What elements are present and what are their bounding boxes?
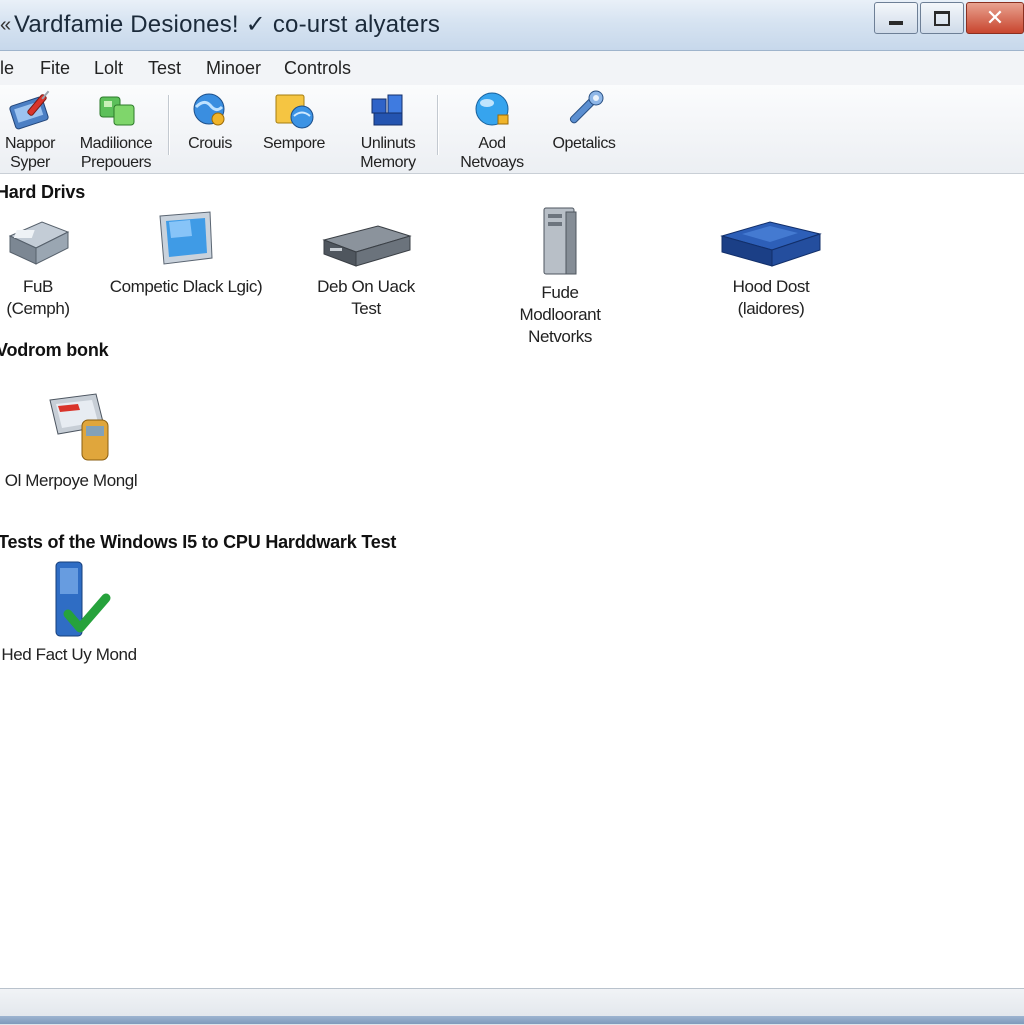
menu-item-lolt[interactable]: Lolt — [94, 58, 123, 79]
close-icon: ✕ — [985, 5, 1005, 30]
toolbar: Nappor Syper Madilionce Prepouers Crouis… — [0, 85, 1024, 174]
toolbar-label: Madilionce — [79, 135, 153, 152]
window-title: Vardfamie Desiones! ✓ co-urst alyaters — [14, 11, 441, 38]
item-label: Hed Fact Uy Mond — [1, 645, 137, 664]
item-fub[interactable]: FuB (Cemph) — [0, 210, 82, 318]
window-controls: ✕ — [872, 0, 1024, 34]
server-check-icon — [55, 561, 111, 637]
item-label: (laidores) — [737, 299, 805, 318]
menu-item-file[interactable]: le — [0, 58, 14, 79]
toolbar-button-opetalics[interactable]: Opetalics — [536, 89, 632, 171]
menu-item-controls[interactable]: Controls — [284, 58, 351, 79]
screwdriver-card-icon — [9, 90, 50, 130]
item-label: Hood Dost — [732, 277, 810, 296]
app-icon: « — [0, 14, 12, 36]
toolbar-label: Opetalics — [552, 135, 616, 152]
toolbar-label: Memory — [360, 154, 416, 171]
item-ol-merpoye[interactable]: Ol Merpoye Mongl — [0, 392, 146, 490]
blue-cubes-icon — [371, 94, 403, 126]
close-button[interactable]: ✕ — [966, 2, 1024, 34]
item-label: Competic Dlack Lgic) — [109, 277, 263, 296]
toolbar-button-unlinuts-memory[interactable]: Unlinuts Memory — [340, 89, 436, 171]
menu-item-minoer[interactable]: Minoer — [206, 58, 261, 79]
item-fude-modloorant[interactable]: Fude Modloorant Netvorks — [500, 204, 620, 346]
toolbar-separator — [437, 95, 439, 155]
server-tower-icon — [543, 207, 577, 275]
item-label: Modloorant — [519, 305, 601, 324]
item-label: (Cemph) — [6, 299, 70, 318]
item-label: Deb On Uack — [317, 277, 415, 296]
network-globe-icon — [475, 92, 509, 126]
toolbar-button-aod-netvoays[interactable]: Aod Netvoays — [444, 89, 540, 171]
item-deb-on-uack[interactable]: Deb On Uack Test — [306, 214, 426, 318]
item-label: Fude — [541, 283, 579, 302]
menu-bar: le Fite Lolt Test Minoer Controls — [0, 51, 1024, 86]
toolbar-button-crouis[interactable]: Crouis — [162, 89, 258, 171]
item-label: Netvorks — [528, 327, 592, 346]
drive-icon — [8, 221, 70, 265]
toolbar-button-sempore[interactable]: Sempore — [246, 89, 342, 171]
maximize-button[interactable] — [920, 2, 964, 34]
menu-item-fite[interactable]: Fite — [40, 58, 70, 79]
toolbar-label: Nappor — [4, 135, 56, 152]
toolbar-label: Prepouers — [80, 154, 152, 171]
section-title-tests: Tests of the Windows I5 to CPU Harddwark… — [0, 532, 397, 552]
item-label: Ol Merpoye Mongl — [4, 471, 138, 490]
toolbar-label: Sempore — [262, 135, 326, 152]
menu-item-test[interactable]: Test — [148, 58, 181, 79]
toolbar-button-nappor-syper[interactable]: Nappor Syper — [0, 89, 78, 171]
device-package-icon — [49, 393, 109, 461]
item-competic-dlack[interactable]: Competic Dlack Lgic) — [96, 208, 276, 296]
monitor-icon — [159, 211, 213, 265]
section-title-vodrom: Vodrom bonk — [0, 340, 109, 360]
item-hed-fact[interactable]: Hed Fact Uy Mond — [0, 558, 144, 664]
content-pane: Hard Drivs FuB (Cemph) Competic Dlack Lg… — [0, 174, 1024, 988]
blue-disk-icon — [720, 221, 822, 267]
globe-icon — [193, 93, 225, 126]
taskbar-strip — [0, 1016, 1024, 1024]
toolbar-label: Netvoays — [460, 154, 524, 171]
folder-globe-icon — [275, 94, 314, 129]
toolbar-label: Crouis — [188, 135, 232, 152]
minimize-button[interactable] — [874, 2, 918, 34]
maximize-icon — [934, 10, 950, 26]
toolbar-label: Unlinuts — [360, 135, 416, 152]
toolbar-button-madilionce-prepouers[interactable]: Madilionce Prepouers — [68, 89, 164, 171]
item-label: Test — [351, 299, 381, 318]
dvd-drive-icon — [322, 225, 412, 267]
toolbar-label: Aod — [478, 135, 506, 152]
section-title-hard-drives: Hard Drivs — [0, 182, 86, 202]
toolbar-label: Syper — [10, 154, 50, 171]
minimize-icon — [889, 21, 903, 25]
wrench-icon — [569, 90, 604, 124]
title-bar: « Vardfamie Desiones! ✓ co-urst alyaters… — [0, 0, 1024, 51]
item-label: FuB — [23, 277, 53, 296]
item-hood-dost[interactable]: Hood Dost (laidores) — [710, 214, 832, 318]
green-blocks-icon — [99, 96, 135, 126]
